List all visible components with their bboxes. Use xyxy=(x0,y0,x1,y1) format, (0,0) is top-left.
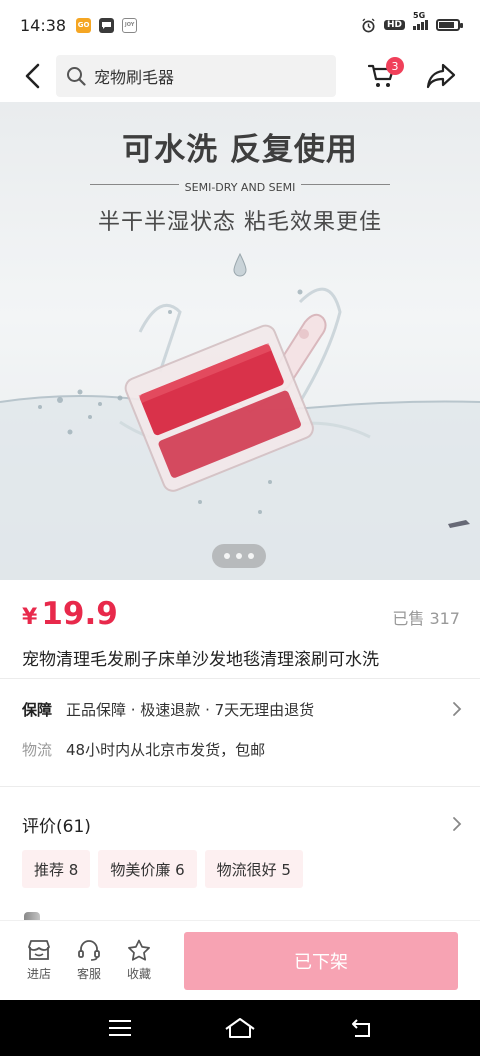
cart-button[interactable]: 3 xyxy=(364,56,404,96)
shipping-value: 48小时内从北京市发货，包邮 xyxy=(66,740,266,759)
share-button[interactable] xyxy=(422,56,460,96)
customer-service-button[interactable]: 客服 xyxy=(64,939,114,982)
system-navigation-bar xyxy=(0,1000,480,1056)
top-nav: 宠物刷毛器 3 xyxy=(0,50,480,102)
delisted-button[interactable]: 已下架 xyxy=(184,931,458,990)
product-image-carousel[interactable]: 可水洗 反复使用 SEMI-DRY AND SEMI 半干半湿状态 粘毛效果更佳 xyxy=(0,102,480,580)
go-app-icon: GO xyxy=(76,17,92,33)
sold-count: 已售 317 xyxy=(392,609,460,628)
cart-count-badge: 3 xyxy=(386,57,404,75)
carousel-dot xyxy=(248,553,254,559)
divider xyxy=(0,786,480,787)
shipping-row: 物流 48小时内从北京市发货，包邮 xyxy=(22,736,462,762)
status-bar: 14:38 GO JOY HD 5G xyxy=(0,0,480,50)
home-key[interactable] xyxy=(210,1008,270,1048)
reviews-header[interactable]: 评价(61) xyxy=(22,810,462,838)
carousel-indicator xyxy=(212,544,266,568)
bottom-action-bar: 进店 客服 收藏 已下架 xyxy=(0,920,480,1000)
review-tag[interactable]: 推荐 8 xyxy=(22,850,91,888)
joy-app-icon: JOY xyxy=(122,17,138,33)
search-input[interactable]: 宠物刷毛器 xyxy=(56,55,336,97)
guarantee-row[interactable]: 保障 正品保障 · 极速退款 · 7天无理由退货 xyxy=(22,696,462,722)
back-arrow-icon xyxy=(25,63,40,89)
headset-icon xyxy=(78,940,100,961)
favorite-button[interactable]: 收藏 xyxy=(114,939,164,982)
chevron-right-icon xyxy=(453,702,462,716)
product-price: 19.9 xyxy=(41,596,118,632)
hd-badge: HD xyxy=(383,20,405,30)
price-row: ¥ 19.9 已售 317 xyxy=(22,596,460,636)
guarantee-label: 保障 xyxy=(22,700,53,719)
home-icon xyxy=(225,1018,255,1038)
menu-key[interactable] xyxy=(90,1008,150,1048)
store-button[interactable]: 进店 xyxy=(14,939,64,982)
battery-level xyxy=(439,22,455,28)
battery-icon xyxy=(436,19,463,31)
search-icon xyxy=(67,67,86,86)
lint-roller-product-illustration xyxy=(0,252,480,580)
return-icon xyxy=(352,1019,370,1037)
review-tag[interactable]: 物美价廉 6 xyxy=(98,850,197,888)
customer-service-label: 客服 xyxy=(76,967,101,981)
divider xyxy=(0,678,480,679)
store-icon xyxy=(28,940,50,960)
review-tags: 推荐 8 物美价廉 6 物流很好 5 xyxy=(22,850,462,888)
share-icon xyxy=(426,63,456,89)
carousel-dot xyxy=(236,553,242,559)
network-type: 5G xyxy=(413,11,426,20)
reviewer-avatar xyxy=(24,912,40,920)
back-button[interactable] xyxy=(16,56,50,96)
guarantee-value: 正品保障 · 极速退款 · 7天无理由退货 xyxy=(66,700,315,719)
currency-symbol: ¥ xyxy=(22,605,38,630)
signal-icon: 5G xyxy=(413,11,428,30)
carousel-dot xyxy=(224,553,230,559)
shipping-label: 物流 xyxy=(22,740,53,759)
chevron-right-icon xyxy=(453,817,462,831)
review-tag[interactable]: 物流很好 5 xyxy=(204,850,303,888)
store-label: 进店 xyxy=(26,967,51,981)
star-icon xyxy=(128,939,150,961)
status-indicators: HD 5G xyxy=(361,11,463,33)
favorite-label: 收藏 xyxy=(126,967,151,981)
search-query: 宠物刷毛器 xyxy=(94,68,175,87)
back-key[interactable] xyxy=(330,1008,390,1048)
chat-app-icon xyxy=(99,17,115,33)
menu-icon xyxy=(109,1020,131,1036)
product-title: 宠物清理毛发刷子床单沙发地毯清理滚刷可水洗 xyxy=(22,650,379,670)
status-time: 14:38 xyxy=(20,15,67,35)
reviews-title: 评价(61) xyxy=(22,816,91,837)
alarm-icon xyxy=(362,17,375,32)
